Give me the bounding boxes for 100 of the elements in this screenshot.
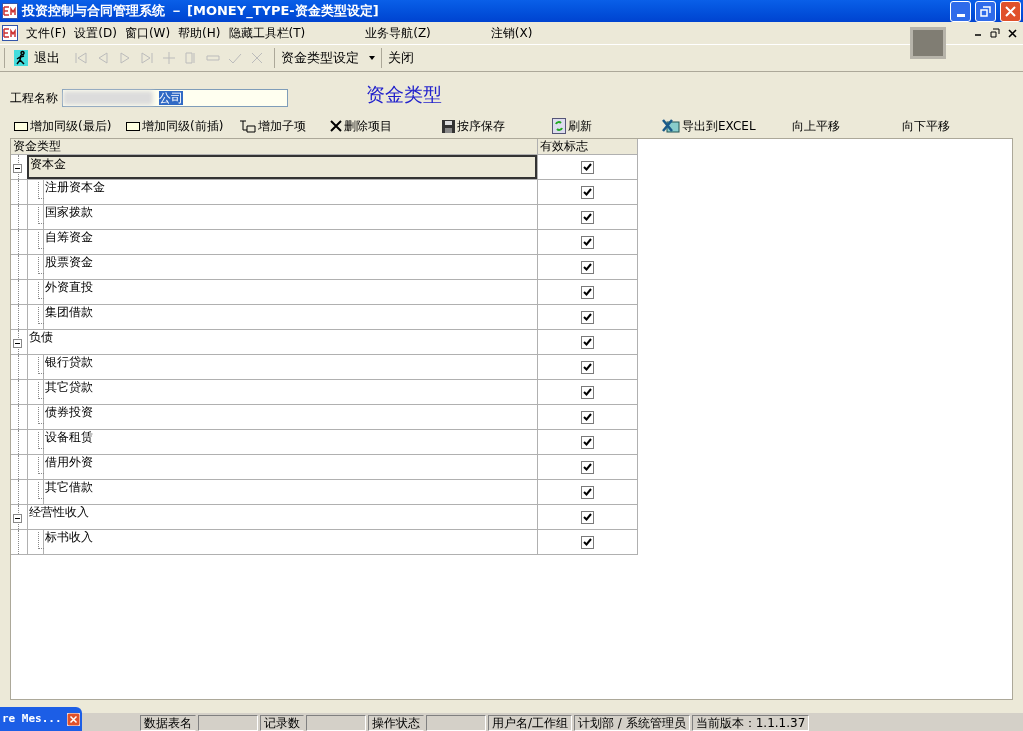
rectangle-icon <box>14 121 28 131</box>
checkmark-icon <box>583 338 592 346</box>
close-tab-button[interactable]: 关闭 <box>388 48 414 68</box>
checkbox[interactable] <box>581 385 594 399</box>
checkmark-icon <box>583 163 592 171</box>
exit-button[interactable]: 退出 <box>14 48 60 68</box>
checkmark-icon <box>583 413 592 421</box>
status-bar-cell: 计划部 / 系统管理员 <box>574 715 690 731</box>
checkmark-icon <box>583 538 592 546</box>
tree-node-label[interactable]: 借用外资 <box>43 455 537 479</box>
project-name-field[interactable]: 公司 <box>62 89 288 107</box>
toolbar-button[interactable]: 增加同级(最后) <box>14 117 126 135</box>
checkbox[interactable] <box>581 535 594 549</box>
tree-node-label[interactable]: 其它贷款 <box>43 380 537 404</box>
checkmark-icon <box>583 313 592 321</box>
taskbar-window-button[interactable]: re Mes... <box>0 707 82 731</box>
toolbar-button[interactable]: 删除项目 <box>330 117 442 135</box>
column-header[interactable]: 资金类型 <box>11 139 538 154</box>
close-icon[interactable] <box>1008 28 1017 38</box>
taskbar-window-label: re Mes... <box>2 710 62 727</box>
checkbox[interactable] <box>581 160 594 174</box>
checkbox[interactable] <box>581 335 594 349</box>
checkmark-icon <box>583 488 592 496</box>
minus-icon <box>15 166 20 171</box>
page-heading: 资金类型 <box>366 81 442 107</box>
close-icon <box>1005 5 1016 17</box>
collapse-toggle[interactable] <box>13 164 22 173</box>
toolbar-button[interactable]: 向下平移 <box>902 117 992 135</box>
window-title: 投资控制与合同管理系统 － [MONEY_TYPE-资金类型设定] <box>22 2 380 21</box>
tree-node-label[interactable]: 国家拨款 <box>43 205 537 229</box>
tree-node-label[interactable]: 债券投资 <box>43 405 537 429</box>
collapse-toggle[interactable] <box>13 514 22 523</box>
rectangle-icon <box>126 121 140 131</box>
menu-item[interactable]: 文件(F) <box>26 24 67 42</box>
checkbox[interactable] <box>581 435 594 449</box>
image-placeholder <box>910 27 946 59</box>
close-button[interactable] <box>1000 0 1021 22</box>
checkmark-icon <box>583 213 592 221</box>
tree-node-label[interactable]: 股票资金 <box>43 255 537 279</box>
checkmark-icon <box>583 288 592 296</box>
tree-node-label[interactable]: 其它借款 <box>43 480 537 504</box>
restore-icon <box>980 5 991 17</box>
status-bar-cell: 数据表名 <box>140 715 196 731</box>
refresh-document-icon <box>552 118 566 134</box>
restore-button[interactable] <box>975 0 996 22</box>
tree-node-label[interactable]: 集团借款 <box>43 305 537 329</box>
tree-node-label[interactable]: 标书收入 <box>43 530 537 554</box>
toolbar-button[interactable]: 增加同级(前插) <box>126 117 238 135</box>
tree-node-label[interactable]: 经营性收入 <box>27 505 537 529</box>
caret-icon <box>369 56 375 60</box>
toolbar-button[interactable]: 增加子项 <box>238 117 330 135</box>
module-dropdown[interactable]: 资金类型设定 <box>281 48 375 68</box>
toolbar-button[interactable]: 刷新 <box>552 117 662 135</box>
checkbox[interactable] <box>581 510 594 524</box>
checkmark-icon <box>583 388 592 396</box>
toolbar-button[interactable]: 按序保存 <box>442 117 552 135</box>
minimize-button[interactable] <box>950 0 971 22</box>
checkbox[interactable] <box>581 260 594 274</box>
spreadsheet-icon <box>662 119 680 133</box>
tree-node-label[interactable]: 外资直投 <box>43 280 537 304</box>
checkbox[interactable] <box>581 285 594 299</box>
toolbar-button[interactable]: 导出到EXCEL <box>662 117 792 135</box>
tree-node-label[interactable]: 注册资本金 <box>43 180 537 204</box>
tree-node-label[interactable]: 自筹资金 <box>43 230 537 254</box>
menu-item[interactable]: 帮助(H) <box>178 24 221 42</box>
checkbox[interactable] <box>581 360 594 374</box>
selected-text: 公司 <box>159 91 183 105</box>
checkbox[interactable] <box>581 185 594 199</box>
column-header[interactable]: 有效标志 <box>538 139 637 154</box>
status-bar-cell: 记录数 <box>260 715 304 731</box>
restore-icon[interactable] <box>990 28 1000 38</box>
tree-node-label[interactable]: 设备租赁 <box>43 430 537 454</box>
menu-item[interactable]: 隐藏工具栏(T) <box>228 24 306 42</box>
checkbox[interactable] <box>581 410 594 424</box>
minus-icon <box>15 516 20 521</box>
checkbox[interactable] <box>581 460 594 474</box>
menu-item[interactable]: 业务导航(Z) <box>365 24 431 42</box>
status-bar-cell: 操作状态 <box>368 715 424 731</box>
checkmark-icon <box>583 463 592 471</box>
checkmark-icon <box>583 513 592 521</box>
app-logo-icon <box>2 25 18 41</box>
collapse-toggle[interactable] <box>13 339 22 348</box>
minimize-icon <box>956 13 965 17</box>
tree-node-label[interactable]: 负债 <box>27 330 537 354</box>
status-bar-cell: 用户名/工作组 <box>488 715 573 731</box>
tree-branch-icon <box>238 119 256 133</box>
tree-node-label[interactable]: 银行贷款 <box>43 355 537 379</box>
menu-item[interactable]: 设置(D) <box>74 24 117 42</box>
close-icon <box>67 712 80 726</box>
status-bar-cell: 当前版本：1.1.1.37 <box>691 715 810 731</box>
checkbox[interactable] <box>581 310 594 324</box>
app-logo-icon <box>2 3 18 19</box>
menu-item[interactable]: 窗口(W) <box>124 24 171 42</box>
checkmark-icon <box>583 238 592 246</box>
checkbox[interactable] <box>581 210 594 224</box>
checkbox[interactable] <box>581 235 594 249</box>
toolbar-button[interactable]: 向上平移 <box>792 117 902 135</box>
checkbox[interactable] <box>581 485 594 499</box>
menu-item[interactable]: 注销(X) <box>490 24 533 42</box>
tree-node-label[interactable]: 资本金 <box>27 155 537 179</box>
